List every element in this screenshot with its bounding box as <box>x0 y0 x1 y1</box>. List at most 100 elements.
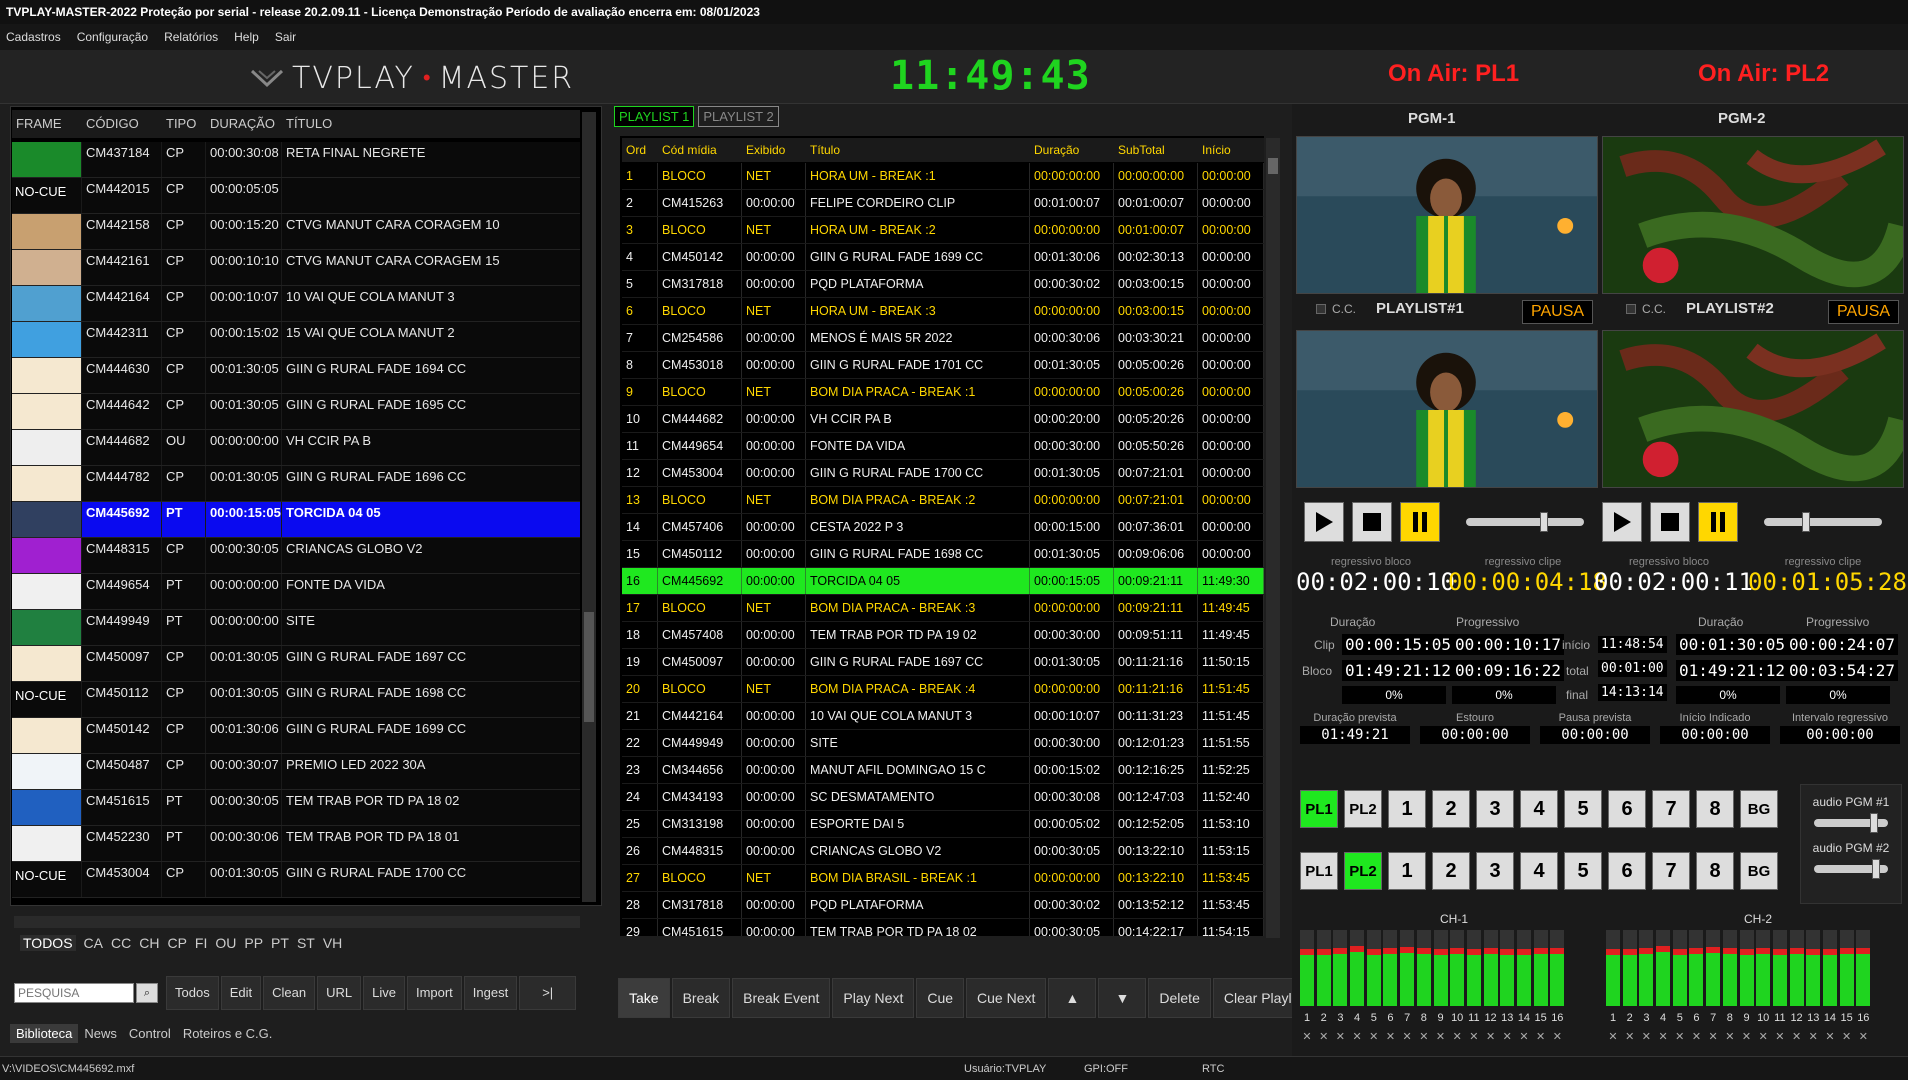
library-row[interactable]: NO-CUE CM442015 CP 00:00:05:05 <box>12 178 580 214</box>
playlist-row[interactable]: 5 CM317818 00:00:00 PQD PLATAFORMA 00:00:30:… <box>622 271 1264 298</box>
playlist-row[interactable]: 3 BLOCO NET HORA UM - BREAK :2 00:00:00:00 00… <box>622 217 1264 244</box>
library-col-4[interactable]: TÍTULO <box>282 110 580 138</box>
channel-mute-icon[interactable]: ✕ <box>1656 1030 1670 1043</box>
channel-mute-icon[interactable]: ✕ <box>1723 1030 1737 1043</box>
category-tab-pp[interactable]: PP <box>244 935 263 951</box>
channel-mute-icon[interactable]: ✕ <box>1740 1030 1754 1043</box>
pl1-play-button[interactable] <box>1304 502 1344 542</box>
playlist-row[interactable]: 12 CM453004 00:00:00 GIIN G RURAL FADE 1700… <box>622 460 1264 487</box>
audio1-knob[interactable] <box>1870 813 1878 833</box>
playlist-row[interactable]: 20 BLOCO NET BOM DIA PRACA - BREAK :4 00:00:… <box>622 676 1264 703</box>
search-input[interactable] <box>14 983 134 1003</box>
channel-mute-icon[interactable]: ✕ <box>1350 1030 1364 1043</box>
channel-mute-icon[interactable]: ✕ <box>1400 1030 1414 1043</box>
channel-mute-icon[interactable]: ✕ <box>1606 1030 1620 1043</box>
library-btn-0[interactable]: Todos <box>166 976 219 1010</box>
pgm2-source-bg[interactable]: BG <box>1740 852 1778 890</box>
playlist-col-4[interactable]: Duração <box>1030 138 1114 162</box>
library-row[interactable]: CM437184 CP 00:00:30:08 RETA FINAL NEGRETE <box>12 142 580 178</box>
menu-item-3[interactable]: Help <box>234 24 259 50</box>
playlist-btn-3[interactable]: Play Next <box>832 978 915 1018</box>
channel-mute-icon[interactable]: ✕ <box>1550 1030 1564 1043</box>
playlist-row[interactable]: 24 CM434193 00:00:00 SC DESMATAMENTO 00:00:3… <box>622 784 1264 811</box>
channel-mute-icon[interactable]: ✕ <box>1417 1030 1431 1043</box>
playlist-col-1[interactable]: Cód mídia <box>658 138 742 162</box>
pgm2-source-2[interactable]: 2 <box>1432 852 1470 890</box>
pgm1-source-4[interactable]: 4 <box>1520 790 1558 828</box>
pgm1-source-1[interactable]: 1 <box>1388 790 1426 828</box>
playlist-row[interactable]: 1 BLOCO NET HORA UM - BREAK :1 00:00:00:00 00… <box>622 163 1264 190</box>
library-col-0[interactable]: FRAME <box>12 110 82 138</box>
library-row[interactable]: CM444642 CP 00:01:30:05 GIIN G RURAL FADE 1… <box>12 394 580 430</box>
library-row[interactable]: CM450487 CP 00:00:30:07 PREMIO LED 2022 30A <box>12 754 580 790</box>
playlist-btn-0[interactable]: Take <box>618 978 670 1018</box>
category-tab-st[interactable]: ST <box>297 935 315 951</box>
pgm1-source-bg[interactable]: BG <box>1740 790 1778 828</box>
library-btn-1[interactable]: Edit <box>220 976 262 1010</box>
library-row[interactable]: CM450142 CP 00:01:30:06 GIIN G RURAL FADE 1… <box>12 718 580 754</box>
channel-mute-icon[interactable]: ✕ <box>1300 1030 1314 1043</box>
library-row[interactable]: CM444682 OU 00:00:00:00 VH CCIR PA B <box>12 430 580 466</box>
library-row[interactable]: CM442311 CP 00:00:15:02 15 VAI QUE COLA MAN… <box>12 322 580 358</box>
channel-mute-icon[interactable]: ✕ <box>1823 1030 1837 1043</box>
bottom-tab-1[interactable]: News <box>78 1024 123 1043</box>
pl1-volume-knob[interactable] <box>1540 512 1548 532</box>
category-tab-ca[interactable]: CA <box>84 935 103 951</box>
pgm1-source-7[interactable]: 7 <box>1652 790 1690 828</box>
bottom-tab-3[interactable]: Roteiros e C.G. <box>177 1024 279 1043</box>
playlist-scrollbar[interactable] <box>1266 138 1280 938</box>
bottom-tab-2[interactable]: Control <box>123 1024 177 1043</box>
playlist-row[interactable]: 27 BLOCO NET BOM DIA BRASIL - BREAK :1 00:00… <box>622 865 1264 892</box>
category-tab-ch[interactable]: CH <box>139 935 159 951</box>
playlist-btn-5[interactable]: Cue Next <box>966 978 1047 1018</box>
tab-playlist-1[interactable]: PLAYLIST 1 <box>614 106 695 127</box>
playlist-row[interactable]: 8 CM453018 00:00:00 GIIN G RURAL FADE 1701 … <box>622 352 1264 379</box>
channel-mute-icon[interactable]: ✕ <box>1467 1030 1481 1043</box>
playlist-row[interactable]: 2 CM415263 00:00:00 FELIPE CORDEIRO CLIP 00:… <box>622 190 1264 217</box>
channel-mute-icon[interactable]: ✕ <box>1756 1030 1770 1043</box>
channel-mute-icon[interactable]: ✕ <box>1434 1030 1448 1043</box>
pgm1-source-8[interactable]: 8 <box>1696 790 1734 828</box>
playlist-row[interactable]: 21 CM442164 00:00:00 10 VAI QUE COLA MANUT … <box>622 703 1264 730</box>
channel-mute-icon[interactable]: ✕ <box>1689 1030 1703 1043</box>
library-row[interactable]: CM444630 CP 00:01:30:05 GIIN G RURAL FADE 1… <box>12 358 580 394</box>
playlist-row[interactable]: 9 BLOCO NET BOM DIA PRACA - BREAK :1 00:00:0… <box>622 379 1264 406</box>
pl1-stop-button[interactable] <box>1352 502 1392 542</box>
playlist-row[interactable]: 26 CM448315 00:00:00 CRIANCAS GLOBO V2 00:00… <box>622 838 1264 865</box>
channel-mute-icon[interactable]: ✕ <box>1639 1030 1653 1043</box>
library-row[interactable]: CM444782 CP 00:01:30:05 GIIN G RURAL FADE 1… <box>12 466 580 502</box>
library-row[interactable]: CM442161 CP 00:00:10:10 CTVG MANUT CARA COR… <box>12 250 580 286</box>
library-col-1[interactable]: CÓDIGO <box>82 110 162 138</box>
playlist-col-5[interactable]: SubTotal <box>1114 138 1198 162</box>
playlist-row[interactable]: 25 CM313198 00:00:00 ESPORTE DAI 5 00:00:05:… <box>622 811 1264 838</box>
category-tab-cc[interactable]: CC <box>111 935 131 951</box>
pl1-pause-button[interactable] <box>1400 502 1440 542</box>
menu-item-0[interactable]: Cadastros <box>6 24 61 50</box>
channel-mute-icon[interactable]: ✕ <box>1773 1030 1787 1043</box>
cc2-checkbox[interactable] <box>1626 303 1636 314</box>
channel-mute-icon[interactable]: ✕ <box>1706 1030 1720 1043</box>
playlist-row[interactable]: 18 CM457408 00:00:00 TEM TRAB POR TD PA 19 … <box>622 622 1264 649</box>
pgm2-source-1[interactable]: 1 <box>1388 852 1426 890</box>
library-row[interactable]: NO-CUE CM450112 CP 00:01:30:05 GIIN G RURAL … <box>12 682 580 718</box>
library-btn-4[interactable]: Live <box>363 976 405 1010</box>
channel-mute-icon[interactable]: ✕ <box>1806 1030 1820 1043</box>
channel-mute-icon[interactable]: ✕ <box>1790 1030 1804 1043</box>
library-row[interactable]: CM449654 PT 00:00:00:00 FONTE DA VIDA <box>12 574 580 610</box>
playlist-row[interactable]: 15 CM450112 00:00:00 GIIN G RURAL FADE 1698… <box>622 541 1264 568</box>
channel-mute-icon[interactable]: ✕ <box>1534 1030 1548 1043</box>
playlist-col-3[interactable]: Título <box>806 138 1030 162</box>
library-row[interactable]: CM452230 PT 00:00:30:06 TEM TRAB POR TD PA … <box>12 826 580 862</box>
pgm1-source-5[interactable]: 5 <box>1564 790 1602 828</box>
playlist-row[interactable]: 10 CM444682 00:00:00 VH CCIR PA B 00:00:20:0… <box>622 406 1264 433</box>
playlist-row[interactable]: 17 BLOCO NET BOM DIA PRACA - BREAK :3 00:00:… <box>622 595 1264 622</box>
playlist-col-2[interactable]: Exibido <box>742 138 806 162</box>
playlist-btn-1[interactable]: Break <box>671 978 731 1018</box>
category-tab-cp[interactable]: CP <box>167 935 186 951</box>
channel-mute-icon[interactable]: ✕ <box>1840 1030 1854 1043</box>
channel-mute-icon[interactable]: ✕ <box>1383 1030 1397 1043</box>
playlist-btn-8[interactable]: Delete <box>1148 978 1211 1018</box>
pl2-pausa-button[interactable]: PAUSA <box>1828 300 1900 324</box>
playlist-col-0[interactable]: Ord <box>622 138 658 162</box>
pgm2-source-pl1[interactable]: PL1 <box>1300 852 1338 890</box>
